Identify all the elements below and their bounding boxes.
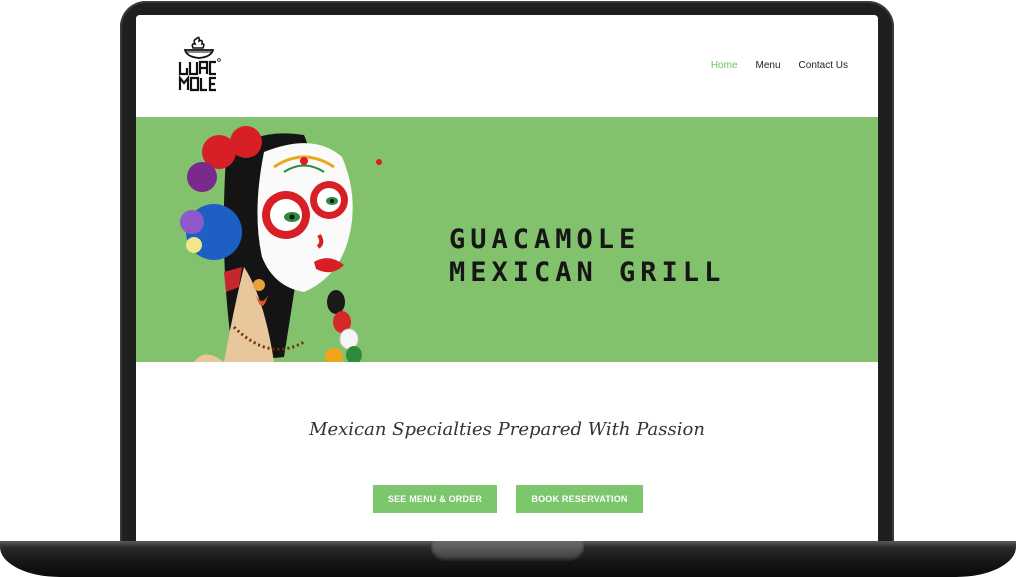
main-nav: Home Menu Contact Us [711,60,848,71]
tagline: Mexican Specialties Prepared With Passio… [309,419,705,440]
see-menu-order-button[interactable]: SEE MENU & ORDER [373,485,497,513]
nav-item-home[interactable]: Home [711,60,738,71]
hero-title-line1: GUACAMOLE [449,224,641,255]
guacamole-logo[interactable] [176,35,224,93]
site-header: Home Menu Contact Us [136,15,878,117]
laptop-hinge-notch [431,541,584,561]
hero-title: GUACAMOLE MEXICAN GRILL [449,223,725,289]
browser-viewport: Home Menu Contact Us GUACAMOLE MEXICAN G… [136,15,878,542]
nav-item-menu[interactable]: Menu [756,60,781,71]
hero-banner: GUACAMOLE MEXICAN GRILL [136,117,878,362]
sugar-skull-illustration [164,117,414,362]
hero-title-line2: MEXICAN GRILL [449,257,726,288]
nav-item-contact-us[interactable]: Contact Us [799,60,848,71]
book-reservation-button[interactable]: BOOK RESERVATION [516,485,643,513]
